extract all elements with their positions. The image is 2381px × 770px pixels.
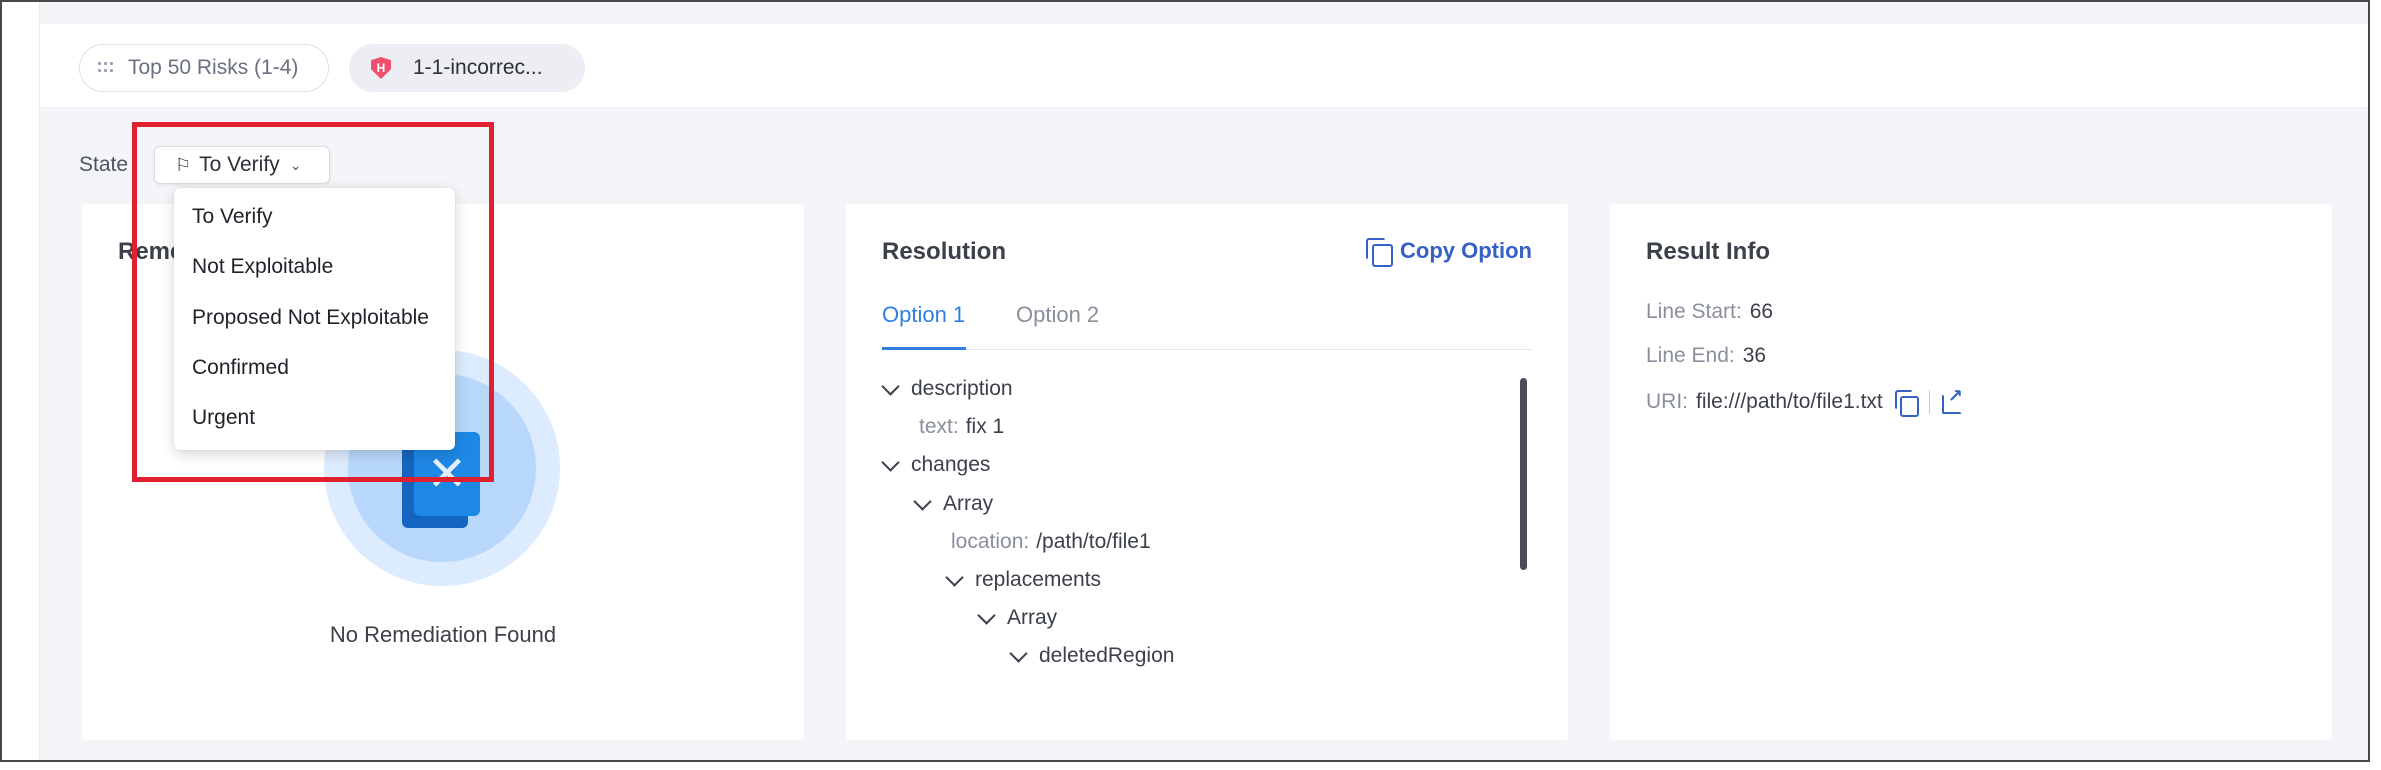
chevron-down-icon [914,496,930,512]
line-start-row: Line Start: 66 [1646,297,1773,327]
tree-key: location: [951,530,1030,553]
breadcrumb-result[interactable]: H 1-1-incorrec... [349,44,585,92]
severity-letter: H [376,61,386,75]
copy-option-button[interactable]: Copy Option [1366,238,1532,267]
divider [1928,390,1930,414]
line-end-label: Line End: [1646,344,1735,367]
line-start-value: 66 [1749,300,1774,323]
tree-node-label: replacements [975,568,1102,591]
tree-node-label: deletedRegion [1039,644,1175,667]
tree-kv-text: text: fix 1 [919,412,1004,442]
breadcrumb-result-label: 1-1-incorrec... [413,56,543,79]
tree-node-array[interactable]: Array [914,489,993,519]
line-start-label: Line Start: [1646,300,1742,323]
breadcrumb-top-risks-label: Top 50 Risks (1-4) [128,56,299,79]
tree-node-label: description [911,377,1013,400]
tree-value: fix 1 [965,415,1005,438]
uri-label: URI: [1646,390,1688,413]
tree-node-changes[interactable]: changes [882,450,990,480]
line-end-row: Line End: 36 [1646,341,1766,371]
chevron-down-icon [882,381,898,397]
state-row: State [79,146,128,184]
tree-node-deleted-region[interactable]: deletedRegion [1010,641,1174,671]
tree-kv-location: location: /path/to/file1 [951,527,1151,557]
result-info-card: Result Info Line Start: 66 Line End: 36 … [1610,204,2332,740]
tree-value: /path/to/file1 [1036,530,1151,553]
chevron-down-icon [946,572,962,588]
no-remediation-text: No Remediation Found [329,622,557,647]
uri-row: URI: file:///path/to/file1.txt [1646,386,1963,417]
grip-icon [98,62,116,74]
tab-option-2[interactable]: Option 2 [1016,300,1106,350]
resolution-title: Resolution [882,238,1006,265]
chevron-down-icon [882,457,898,473]
tree-node-label: Array [1007,606,1058,629]
copy-uri-icon[interactable] [1894,390,1919,417]
tree-node-array[interactable]: Array [978,603,1057,633]
resolution-card: Resolution Copy Option Option 1 Option 2… [846,204,1568,740]
tree-node-description[interactable]: description [882,374,1013,404]
tree-node-label: changes [911,453,991,476]
copy-icon [1366,238,1394,267]
tab-option-1[interactable]: Option 1 [882,300,966,350]
tree-key: text: [919,415,959,438]
tree-scrollbar[interactable] [1520,378,1527,570]
app-window: Top 50 Risks (1-4) H 1-1-incorrec... Sta… [0,0,2370,762]
copy-option-label: Copy Option [1400,238,1532,263]
breadcrumb-top-risks[interactable]: Top 50 Risks (1-4) [79,44,329,92]
left-nav-strip [2,2,40,760]
state-label: State [79,153,129,176]
tree-node-label: Array [943,492,994,515]
uri-value: file:///path/to/file1.txt [1696,390,1883,413]
severity-high-icon: H [371,57,391,79]
chevron-down-icon [1010,648,1026,664]
chevron-down-icon [978,610,994,626]
breadcrumb-bar: Top 50 Risks (1-4) H 1-1-incorrec... [40,24,2368,108]
option-tabs: Option 1 Option 2 [882,300,1532,350]
open-external-icon[interactable] [1941,386,1963,414]
tree-node-replacements[interactable]: replacements [946,565,1101,595]
line-end-value: 36 [1742,344,1767,367]
result-info-title: Result Info [1646,238,1770,265]
annotation-highlight-box [132,122,494,482]
